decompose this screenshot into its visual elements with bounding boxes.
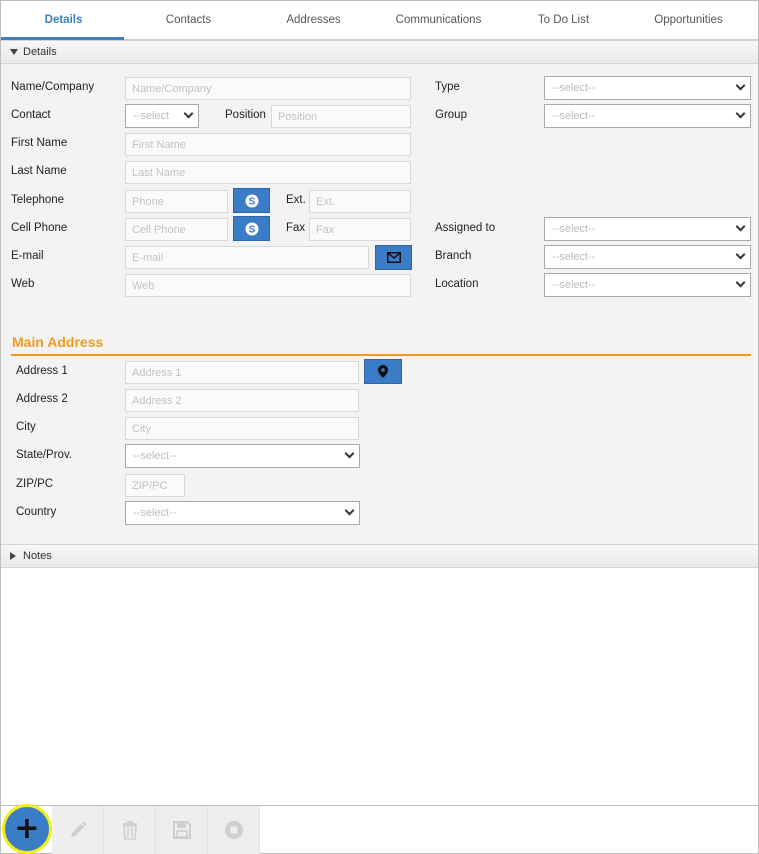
assigned-to-select-value: --select-- <box>552 223 596 235</box>
cell-phone-input[interactable] <box>125 218 228 241</box>
contact-select-value: --select <box>133 110 170 122</box>
chevron-down-icon <box>735 221 746 232</box>
group-label: Group <box>435 109 467 121</box>
main-address-title: Main Address <box>12 334 104 350</box>
telephone-input[interactable] <box>125 190 228 213</box>
first-name-input[interactable] <box>125 133 411 156</box>
web-input[interactable] <box>125 274 411 297</box>
branch-select[interactable]: --select-- <box>544 245 751 269</box>
position-label: Position <box>225 109 266 121</box>
tab-communications[interactable]: Communications <box>376 1 501 39</box>
contact-select[interactable]: --select <box>125 104 199 128</box>
zip-label: ZIP/PC <box>16 478 54 490</box>
chevron-down-icon <box>735 277 746 288</box>
cell-phone-label: Cell Phone <box>11 222 68 234</box>
add-button[interactable]: + <box>2 804 52 854</box>
envelope-icon <box>386 252 401 263</box>
name-company-label: Name/Company <box>11 81 95 93</box>
tab-opportunities[interactable]: Opportunities <box>626 1 751 39</box>
skype-icon: S <box>245 194 258 207</box>
zip-input[interactable] <box>125 474 185 497</box>
tab-to-do-list[interactable]: To Do List <box>501 1 626 39</box>
telephone-label: Telephone <box>11 194 65 206</box>
name-company-input[interactable] <box>125 77 411 100</box>
fax-input[interactable] <box>309 218 411 241</box>
skype-icon: S <box>245 222 258 235</box>
address2-label: Address 2 <box>16 393 68 405</box>
state-select-value: --select-- <box>133 450 177 462</box>
floppy-disk-icon <box>172 821 191 839</box>
details-section-header[interactable]: Details <box>1 40 758 64</box>
tab-bar: Details Contacts Addresses Communication… <box>1 1 758 40</box>
branch-select-value: --select-- <box>552 251 596 263</box>
svg-text:S: S <box>248 196 255 207</box>
address1-label: Address 1 <box>16 365 68 377</box>
address2-input[interactable] <box>125 389 359 412</box>
ext-input[interactable] <box>309 190 411 213</box>
country-select[interactable]: --select-- <box>125 501 360 525</box>
delete-button[interactable] <box>104 806 156 854</box>
expand-triangle-icon <box>10 552 16 560</box>
edit-button[interactable] <box>52 806 104 854</box>
chevron-down-icon <box>344 505 355 516</box>
contact-label: Contact <box>11 109 51 121</box>
email-input[interactable] <box>125 246 369 269</box>
chevron-down-icon <box>735 108 746 119</box>
ext-label: Ext. <box>286 194 306 206</box>
skype-call-button[interactable]: S <box>233 188 270 213</box>
map-location-button[interactable] <box>364 359 402 384</box>
location-label: Location <box>435 278 479 290</box>
city-label: City <box>16 421 36 433</box>
web-label: Web <box>11 278 35 290</box>
save-button[interactable] <box>156 806 208 854</box>
stop-icon <box>224 821 243 839</box>
svg-text:S: S <box>248 224 255 235</box>
chevron-down-icon <box>183 108 194 119</box>
first-name-label: First Name <box>11 137 68 149</box>
trash-icon <box>122 821 137 840</box>
tab-contacts[interactable]: Contacts <box>126 1 251 39</box>
assigned-to-select[interactable]: --select-- <box>544 217 751 241</box>
country-select-value: --select-- <box>133 507 177 519</box>
chevron-down-icon <box>735 80 746 91</box>
notes-section-header[interactable]: Notes <box>1 544 758 568</box>
state-label: State/Prov. <box>16 449 73 461</box>
map-pin-icon <box>378 365 388 378</box>
location-select[interactable]: --select-- <box>544 273 751 297</box>
branch-label: Branch <box>435 250 472 262</box>
state-select[interactable]: --select-- <box>125 444 360 468</box>
type-select[interactable]: --select-- <box>544 76 751 100</box>
position-input[interactable] <box>271 105 411 128</box>
details-section-title: Details <box>23 46 57 58</box>
fax-label: Fax <box>286 222 306 234</box>
last-name-input[interactable] <box>125 161 411 184</box>
last-name-label: Last Name <box>11 165 67 177</box>
send-email-button[interactable] <box>375 245 412 270</box>
assigned-to-label: Assigned to <box>435 222 496 234</box>
tab-addresses[interactable]: Addresses <box>251 1 376 39</box>
country-label: Country <box>16 506 57 518</box>
group-select-value: --select-- <box>552 110 596 122</box>
cancel-button[interactable] <box>208 806 260 854</box>
location-select-value: --select-- <box>552 279 596 291</box>
email-label: E-mail <box>11 250 44 262</box>
type-select-value: --select-- <box>552 82 596 94</box>
address1-input[interactable] <box>125 361 359 384</box>
chevron-down-icon <box>735 249 746 260</box>
plus-icon: + <box>14 811 40 846</box>
pencil-icon <box>70 821 86 837</box>
bottom-toolbar: + <box>1 804 758 854</box>
chevron-down-icon <box>344 448 355 459</box>
city-input[interactable] <box>125 417 359 440</box>
type-label: Type <box>435 81 460 93</box>
skype-cell-button[interactable]: S <box>233 216 270 241</box>
group-select[interactable]: --select-- <box>544 104 751 128</box>
main-address-divider <box>11 354 751 356</box>
window-frame: Details Contacts Addresses Communication… <box>0 0 759 854</box>
notes-section-title: Notes <box>23 550 52 562</box>
collapse-triangle-icon <box>10 49 18 55</box>
tab-details[interactable]: Details <box>1 1 126 40</box>
